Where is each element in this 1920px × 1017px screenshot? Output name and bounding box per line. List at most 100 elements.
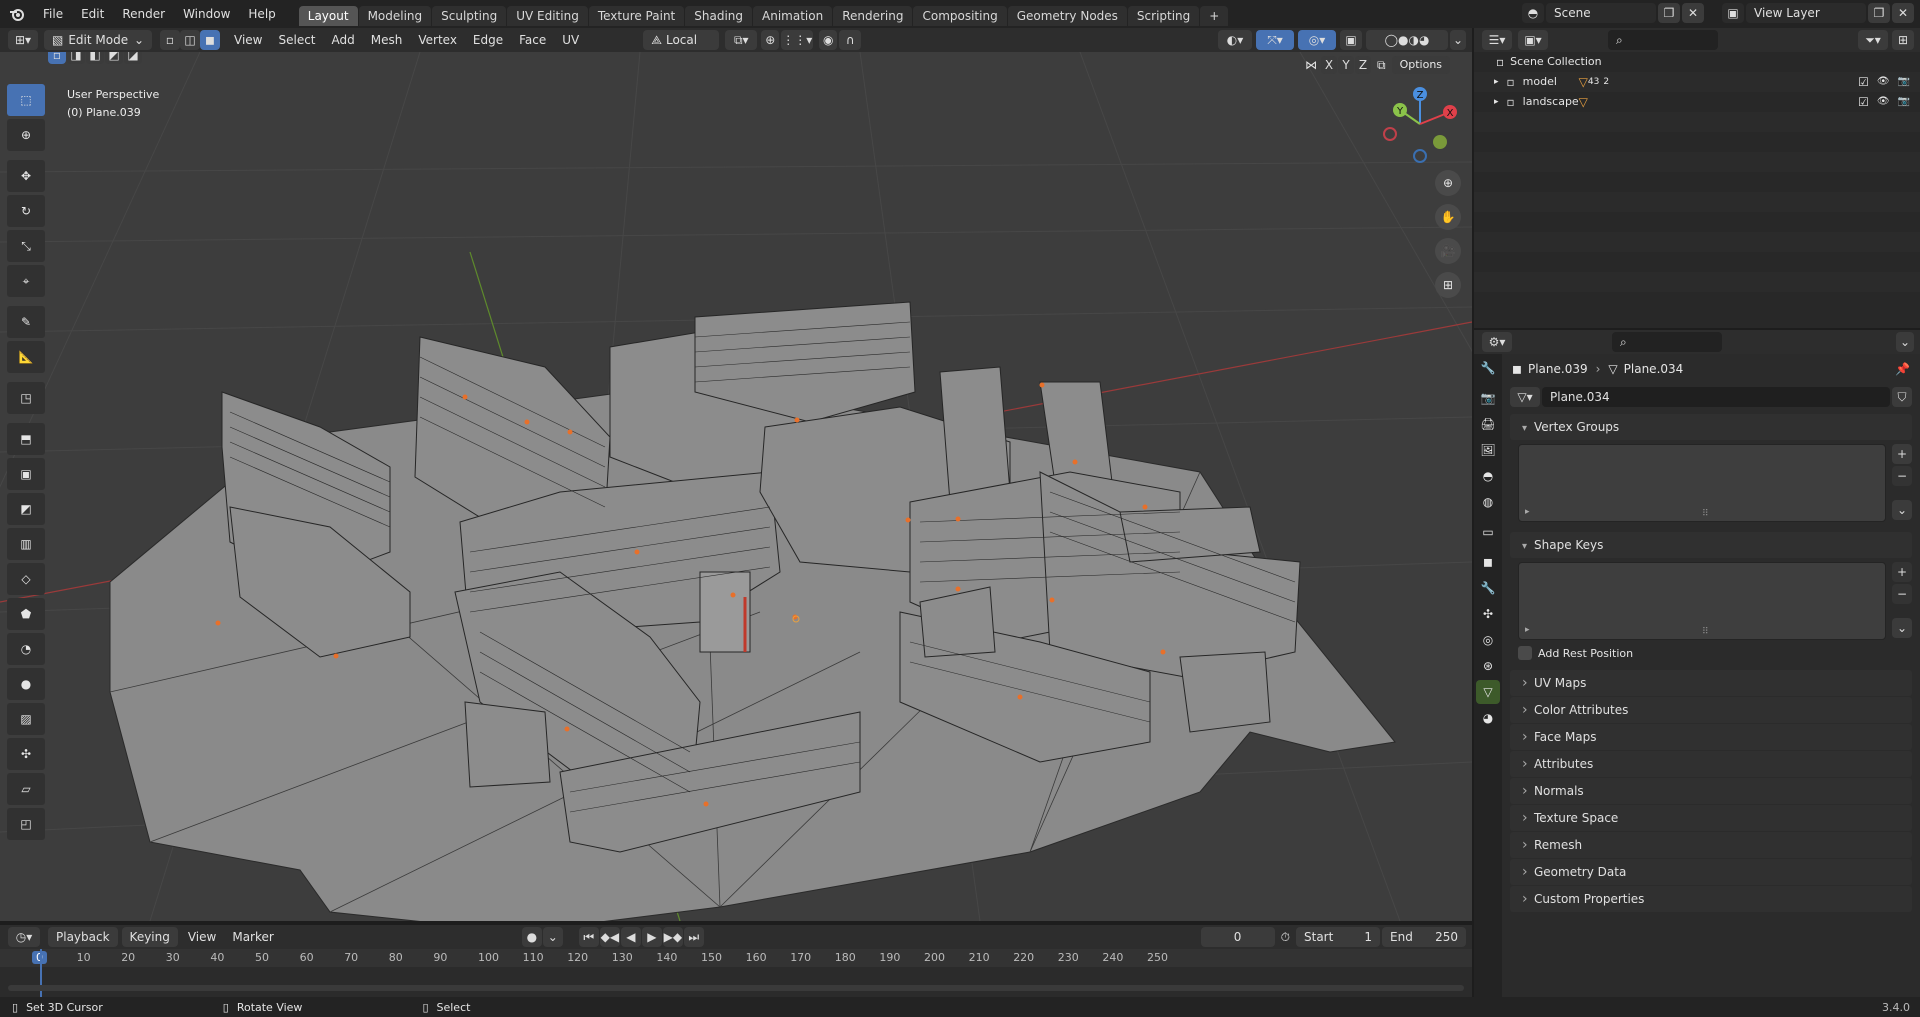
smooth-icon[interactable]: ●: [7, 668, 45, 700]
move-icon[interactable]: ✥: [7, 160, 45, 192]
tab-sculpting[interactable]: Sculpting: [432, 6, 507, 26]
add-vertex-group-button[interactable]: +: [1892, 444, 1912, 464]
edge-select-icon[interactable]: ◫: [180, 30, 200, 50]
outliner-search[interactable]: ⌕: [1608, 30, 1718, 50]
menu-edit[interactable]: Edit: [72, 0, 113, 28]
falloff-icon[interactable]: ∩: [839, 30, 862, 50]
timeline-editor-icon[interactable]: ◷▾: [8, 927, 40, 947]
panel-uv-maps[interactable]: › UV Maps: [1510, 670, 1912, 696]
tab-scripting[interactable]: Scripting: [1127, 6, 1200, 26]
editor-type-icon[interactable]: ⊞▾: [8, 30, 38, 50]
bevel-icon[interactable]: ◩: [7, 493, 45, 525]
physics-tab-icon[interactable]: ◎: [1476, 628, 1500, 652]
select-invert-icon[interactable]: ◩: [105, 52, 123, 64]
end-frame-field[interactable]: End 250: [1382, 927, 1466, 947]
filter-icon[interactable]: ⏷▾: [1858, 30, 1888, 50]
navigation-gizmo[interactable]: Z Y X: [1380, 84, 1460, 164]
menu-window[interactable]: Window: [174, 0, 239, 28]
view-layer-field[interactable]: View Layer: [1746, 3, 1866, 23]
include-checkbox[interactable]: ☑: [1858, 72, 1869, 92]
vertex-groups-list[interactable]: ▸ ⠿: [1518, 444, 1886, 522]
viewport-menu-vertex[interactable]: Vertex: [410, 28, 465, 52]
menu-render[interactable]: Render: [113, 0, 174, 28]
tab-modeling[interactable]: Modeling: [358, 6, 432, 26]
vertex-group-specials-icon[interactable]: ⌄: [1892, 500, 1912, 520]
include-checkbox[interactable]: ☑: [1858, 92, 1869, 112]
transform-icon[interactable]: ⌖: [7, 265, 45, 297]
auto-merge-icon[interactable]: ⧉: [1377, 58, 1386, 73]
menu-file[interactable]: File: [34, 0, 72, 28]
tab-geometry-nodes[interactable]: Geometry Nodes: [1007, 6, 1127, 26]
constraints-tab-icon[interactable]: ⊛: [1476, 654, 1500, 678]
stopwatch-icon[interactable]: ⏱: [1281, 930, 1290, 945]
render-tab-icon[interactable]: 📷: [1476, 386, 1500, 410]
panel-custom-properties[interactable]: › Custom Properties: [1510, 886, 1912, 912]
shear-icon[interactable]: ▱: [7, 773, 45, 805]
overlay-toggle-icon[interactable]: ◎▾: [1298, 30, 1336, 50]
face-select-icon[interactable]: ◼: [200, 30, 220, 50]
outliner-item-model[interactable]: ▸ ▫ model ▽ 43 2 ☑ 👁 📷: [1474, 72, 1920, 92]
tool-tab-icon[interactable]: 🔧: [1476, 356, 1500, 380]
add-workspace-button[interactable]: +: [1200, 6, 1229, 26]
prev-keyframe-icon[interactable]: ◆◀: [599, 927, 620, 947]
mode-selector[interactable]: ▧ Edit Mode ⌄: [44, 30, 152, 50]
panel-color-attributes[interactable]: › Color Attributes: [1510, 697, 1912, 723]
view-layer-selector[interactable]: ▣ View Layer ❐ ✕: [1722, 3, 1914, 23]
3d-viewport[interactable]: User Perspective (0) Plane.039 ▫ ◨ ◧ ◩ ◪…: [0, 52, 1472, 921]
select-extend-icon[interactable]: ◨: [67, 52, 85, 64]
shape-keys-list[interactable]: ▸ ⠿: [1518, 562, 1886, 640]
snap-target-icon[interactable]: ⋮⋮▾: [781, 30, 814, 50]
list-expand-icon[interactable]: ▸: [1525, 507, 1530, 517]
spin-icon[interactable]: ◔: [7, 633, 45, 665]
xray-toggle-icon[interactable]: ▣: [1340, 30, 1362, 50]
timeline-menu-playback[interactable]: Playback: [48, 927, 118, 947]
mirror-y-button[interactable]: Y: [1338, 56, 1354, 74]
gizmo-neg-y-icon[interactable]: [1433, 135, 1447, 149]
pivot-point-icon[interactable]: ⧉▾: [725, 30, 758, 50]
timeline-area[interactable]: 0102030405060708090100110120130140150160…: [0, 949, 1472, 997]
shrink-fatten-icon[interactable]: ✣: [7, 738, 45, 770]
select-subtract-icon[interactable]: ◧: [86, 52, 104, 64]
add-cube-icon[interactable]: ◳: [7, 382, 45, 414]
panel-attributes[interactable]: › Attributes: [1510, 751, 1912, 777]
properties-search[interactable]: ⌕: [1612, 332, 1722, 352]
list-expand-icon[interactable]: ▸: [1525, 625, 1530, 635]
viewport-menu-uv[interactable]: UV: [554, 28, 587, 52]
add-rest-position-checkbox[interactable]: [1518, 646, 1532, 660]
visibility-eye-icon[interactable]: 👁: [1877, 92, 1890, 112]
tab-animation[interactable]: Animation: [753, 6, 833, 26]
ortho-grid-icon[interactable]: ⊞: [1435, 272, 1461, 298]
expand-arrow-icon[interactable]: ▸: [1494, 92, 1499, 112]
shape-key-specials-icon[interactable]: ⌄: [1892, 618, 1912, 638]
keying-options-icon[interactable]: ⌄: [542, 927, 563, 947]
timeline-menu-view[interactable]: View: [180, 925, 224, 949]
mirror-z-button[interactable]: Z: [1355, 56, 1371, 74]
menu-help[interactable]: Help: [239, 0, 284, 28]
vertex-select-icon[interactable]: ▫: [160, 30, 180, 50]
scene-collection-row[interactable]: ▫ Scene Collection: [1474, 52, 1920, 72]
outliner-editor-icon[interactable]: ☰▾: [1482, 30, 1512, 50]
viewport-menu-select[interactable]: Select: [270, 28, 323, 52]
scene-selector[interactable]: ◓ Scene ❐ ✕: [1522, 3, 1704, 23]
modifiers-tab-icon[interactable]: 🔧: [1476, 576, 1500, 600]
tab-rendering[interactable]: Rendering: [833, 6, 913, 26]
select-box-icon[interactable]: ⬚: [7, 84, 45, 116]
view-layer-tab-icon[interactable]: 🖼: [1476, 438, 1500, 462]
annotate-icon[interactable]: ✎: [7, 306, 45, 338]
jump-end-icon[interactable]: ⏭: [683, 927, 704, 947]
record-icon[interactable]: ●: [521, 927, 542, 947]
jump-start-icon[interactable]: ⏮: [578, 927, 599, 947]
viewport-menu-mesh[interactable]: Mesh: [363, 28, 411, 52]
mirror-x-button[interactable]: X: [1321, 56, 1337, 74]
remove-shape-key-button[interactable]: −: [1892, 584, 1912, 604]
viewport-canvas[interactable]: [0, 52, 1472, 921]
pin-icon[interactable]: 📌: [1895, 362, 1910, 376]
new-scene-icon[interactable]: ❐: [1658, 3, 1680, 23]
next-keyframe-icon[interactable]: ▶◆: [662, 927, 683, 947]
transform-orientation[interactable]: ⟁ Local: [643, 30, 720, 50]
panel-face-maps[interactable]: › Face Maps: [1510, 724, 1912, 750]
panel-texture-space[interactable]: › Texture Space: [1510, 805, 1912, 831]
knife-icon[interactable]: ◇: [7, 563, 45, 595]
render-camera-icon[interactable]: 📷: [1898, 72, 1910, 92]
render-camera-icon[interactable]: 📷: [1898, 92, 1910, 112]
